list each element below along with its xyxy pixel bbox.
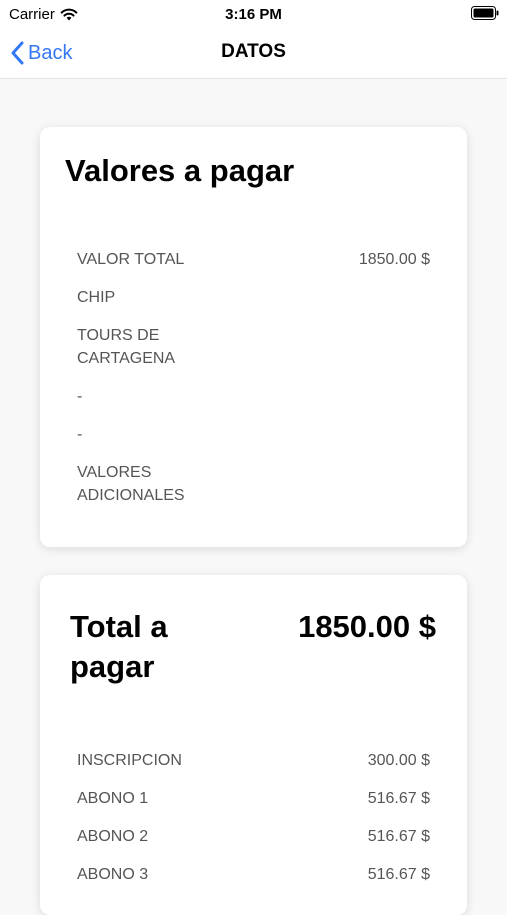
row-label-abono-1: ABONO 1: [77, 790, 149, 807]
row-label-abono-2: ABONO 2: [77, 828, 149, 845]
row-label-tours: TOURS DE CARTAGENA: [77, 327, 176, 367]
row-label-valor-total: VALOR TOTAL: [77, 251, 185, 268]
navigation-bar: Back DATOS: [0, 28, 507, 79]
page-title: DATOS: [221, 41, 286, 62]
battery-icon: [471, 6, 499, 20]
row-value-valor-total: 1850.00 $: [358, 251, 430, 268]
status-bar: Carrier 3:16 PM: [0, 0, 507, 28]
row-label-valores-adicionales: VALORES ADICIONALES: [77, 464, 185, 504]
row-label-inscripcion: INSCRIPCION: [77, 752, 182, 769]
values-card: Valores a pagar VALOR TOTAL 1850.00 $ CH…: [40, 127, 467, 547]
row-value-inscripcion: 300.00 $: [367, 752, 430, 769]
total-amount: 1850.00 $: [298, 609, 436, 644]
row-label-dash-2: -: [77, 426, 83, 443]
row-value-abono-2: 516.67 $: [367, 828, 430, 845]
row-label-chip: CHIP: [77, 289, 116, 306]
row-value-abono-1: 516.67 $: [367, 790, 430, 807]
total-card-title: Total a pagar: [70, 609, 168, 684]
status-time: 3:16 PM: [225, 6, 282, 23]
row-label-dash-1: -: [77, 388, 83, 405]
values-card-title: Valores a pagar: [65, 153, 295, 188]
total-card: Total a pagar 1850.00 $ INSCRIPCION 300.…: [40, 575, 467, 915]
row-value-abono-3: 516.67 $: [367, 866, 430, 883]
row-label-abono-3: ABONO 3: [77, 866, 149, 883]
